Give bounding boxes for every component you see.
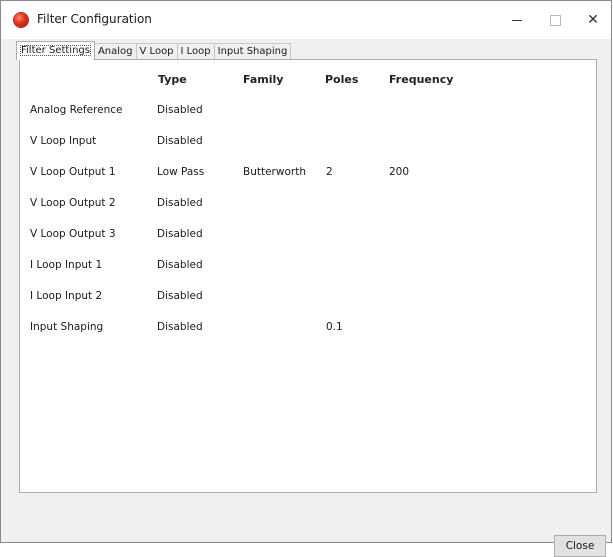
row-family[interactable]: Butterworth bbox=[243, 166, 306, 178]
minimize-icon bbox=[512, 19, 522, 21]
close-button[interactable]: Close bbox=[554, 535, 606, 557]
row-type[interactable]: Disabled bbox=[157, 104, 203, 116]
header-type: Type bbox=[158, 73, 187, 86]
row-type[interactable]: Disabled bbox=[157, 228, 203, 240]
row-type[interactable]: Disabled bbox=[157, 290, 203, 302]
row-name: I Loop Input 2 bbox=[30, 290, 103, 302]
row-type[interactable]: Disabled bbox=[157, 259, 203, 271]
row-name: Analog Reference bbox=[30, 104, 123, 116]
tab-label: Filter Settings bbox=[20, 45, 91, 56]
maximize-icon bbox=[549, 14, 561, 26]
tab-i-loop[interactable]: I Loop bbox=[176, 43, 215, 60]
app-icon bbox=[14, 13, 28, 27]
tab-filter-settings[interactable]: Filter Settings bbox=[16, 41, 95, 60]
row-type[interactable]: Low Pass bbox=[157, 166, 204, 178]
header-family: Family bbox=[243, 73, 284, 86]
row-name: V Loop Output 2 bbox=[30, 197, 116, 209]
tab-analog[interactable]: Analog bbox=[93, 43, 137, 60]
row-type[interactable]: Disabled bbox=[157, 321, 203, 333]
row-name: I Loop Input 1 bbox=[30, 259, 103, 271]
row-type[interactable]: Disabled bbox=[157, 135, 203, 147]
row-name: V Loop Input bbox=[30, 135, 97, 147]
header-frequency: Frequency bbox=[389, 73, 454, 86]
row-type[interactable]: Disabled bbox=[157, 197, 203, 209]
tab-input-shaping[interactable]: Input Shaping bbox=[213, 43, 292, 60]
filter-configuration-window: Filter Configuration ✕ Filter Settings A… bbox=[0, 0, 612, 557]
filter-settings-panel: Type Family Poles Frequency Analog Refer… bbox=[19, 59, 597, 493]
row-poles[interactable]: 0.1 bbox=[326, 321, 343, 333]
row-name: V Loop Output 1 bbox=[30, 166, 116, 178]
tab-v-loop[interactable]: V Loop bbox=[135, 43, 178, 60]
title-bar[interactable]: Filter Configuration ✕ bbox=[1, 1, 611, 39]
header-poles: Poles bbox=[325, 73, 359, 86]
window-title: Filter Configuration bbox=[37, 12, 152, 26]
row-poles[interactable]: 2 bbox=[326, 166, 333, 178]
row-name: V Loop Output 3 bbox=[30, 228, 116, 240]
close-icon: ✕ bbox=[587, 12, 599, 28]
row-name: Input Shaping bbox=[30, 321, 104, 333]
tab-bar: Filter Settings Analog V Loop I Loop Inp… bbox=[16, 41, 292, 60]
window-close-button[interactable]: ✕ bbox=[570, 1, 613, 39]
row-frequency[interactable]: 200 bbox=[389, 166, 409, 178]
